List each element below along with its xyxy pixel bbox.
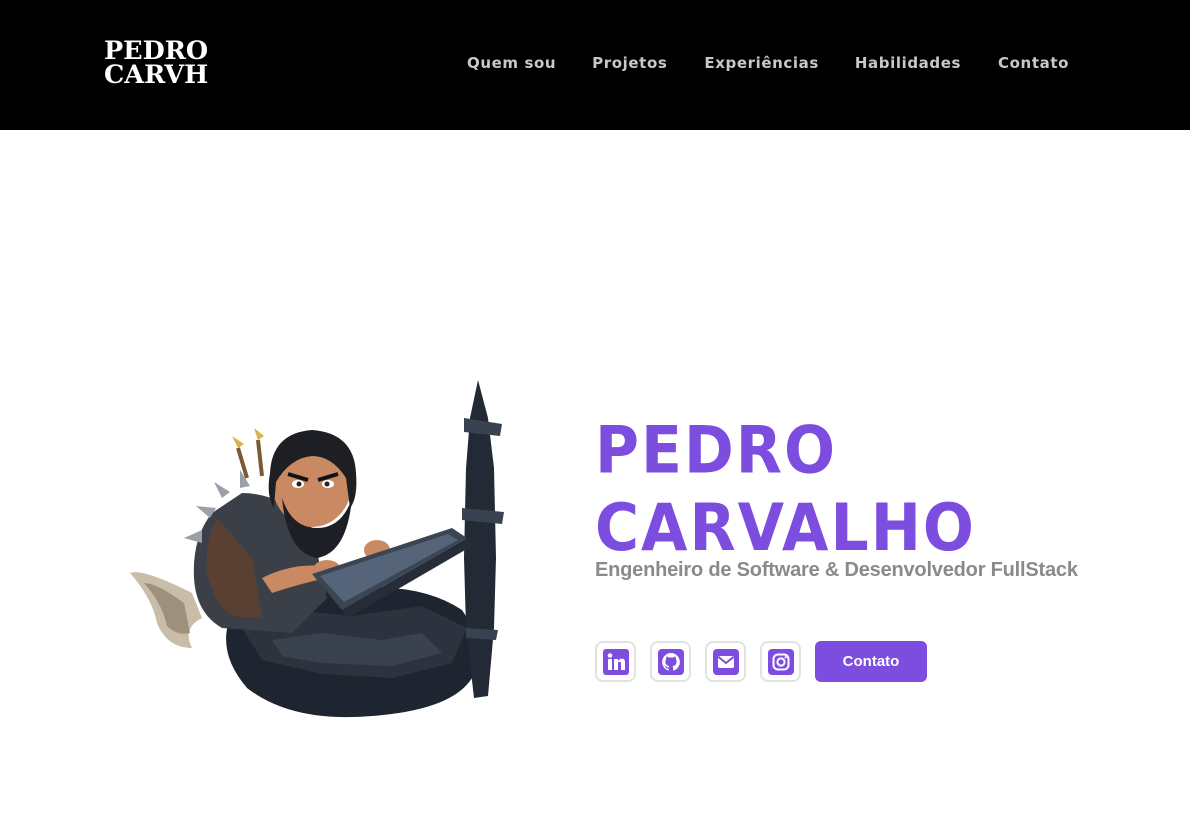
nav-link-contato[interactable]: Contato [998,54,1069,72]
logo-line-2: CARVH [104,60,209,89]
instagram-icon [767,648,794,675]
nav-link-habilidades[interactable]: Habilidades [855,54,961,72]
contact-button[interactable]: Contato [815,641,927,682]
instagram-button[interactable] [760,641,801,682]
linkedin-button[interactable] [595,641,636,682]
github-icon [657,648,684,675]
github-button[interactable] [650,641,691,682]
hero-name: PEDRO CARVALHO [595,412,976,568]
navbar: PEDRO CARVH Quem sou Projetos Experiênci… [0,0,1190,130]
social-links: Contato [595,641,927,682]
nav-menu: Quem sou Projetos Experiências Habilidad… [467,54,1069,72]
hero-name-line-1: PEDRO [595,413,837,489]
email-button[interactable] [705,641,746,682]
logo[interactable]: PEDRO CARVH [104,38,233,89]
hero-subtitle: Engenheiro de Software & Desenvolvedor F… [595,559,1078,581]
nav-link-experiencias[interactable]: Experiências [704,54,819,72]
hero-name-line-2: CARVALHO [595,490,976,567]
nav-link-quem-sou[interactable]: Quem sou [467,54,556,72]
hero-illustration [122,378,522,723]
nav-link-projetos[interactable]: Projetos [592,54,667,72]
linkedin-icon [602,648,629,675]
mail-icon [712,648,739,675]
